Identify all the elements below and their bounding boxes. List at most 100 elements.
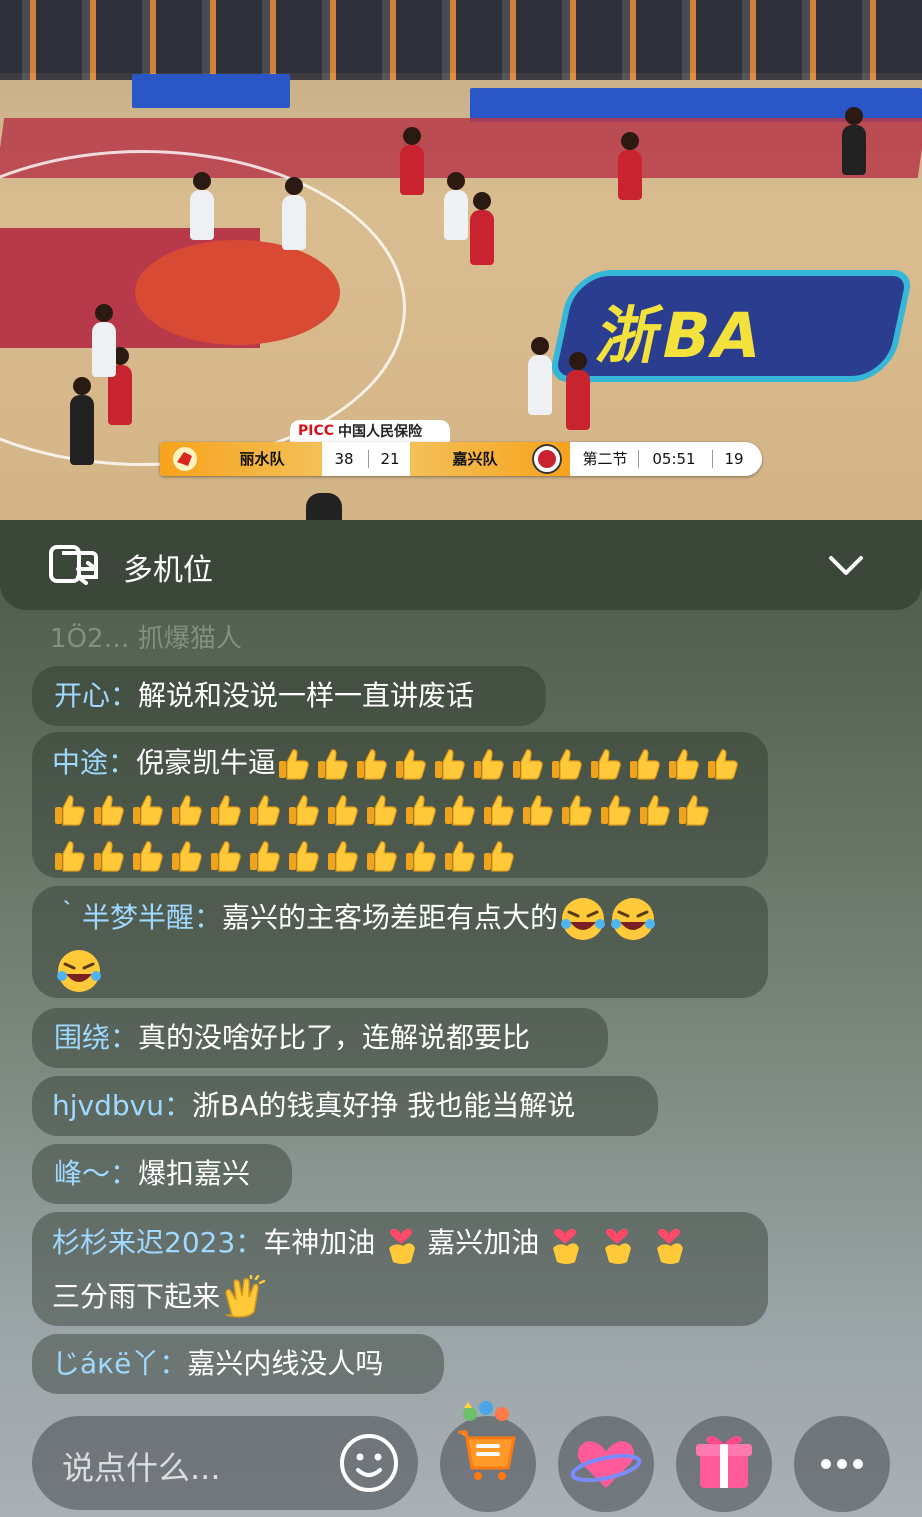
chat-separator: ： xyxy=(159,1347,188,1380)
gift-button[interactable] xyxy=(676,1416,772,1512)
thumbs-up-emoji-icon xyxy=(367,841,397,872)
ad-banner xyxy=(132,74,290,108)
chat-username[interactable]: hjvdbvu xyxy=(52,1089,164,1122)
chat-username[interactable]: 杉杉来迟2023 xyxy=(52,1226,235,1259)
chat-separator: ： xyxy=(110,1021,139,1054)
finger-heart-emoji-icon xyxy=(389,1228,416,1264)
chat-text: 嘉兴内线没人吗 xyxy=(187,1347,384,1380)
thumbs-up-emoji-icon xyxy=(484,795,514,826)
shopping-cart-icon[interactable] xyxy=(440,1398,536,1494)
chat-username[interactable]: 中途 xyxy=(52,746,108,779)
multicam-label[interactable]: 多机位 xyxy=(123,545,213,589)
thumbs-up-emoji-icon xyxy=(708,749,738,780)
player-white xyxy=(528,337,552,415)
scoreboard-sponsor: PICC 中国人民保险 xyxy=(290,420,450,442)
thumbs-up-emoji-icon xyxy=(669,749,699,780)
thumbs-up-emoji-icon xyxy=(211,795,241,826)
thumbs-up-emoji-icon xyxy=(211,841,241,872)
player-red xyxy=(566,352,590,430)
chat-separator: ： xyxy=(110,1157,139,1190)
thumbs-up-emoji-icon xyxy=(396,749,426,780)
thumbs-up-emoji-icon xyxy=(523,795,553,826)
away-team-name: 嘉兴队 xyxy=(452,450,498,468)
emoji-icon[interactable] xyxy=(338,1432,400,1494)
thumbs-up-emoji-icon xyxy=(133,841,163,872)
clapping-hands-emoji-icon xyxy=(225,1275,266,1318)
thumbs-up-emoji-icon xyxy=(630,749,660,780)
home-team-name: 丽水队 xyxy=(239,450,285,468)
chat-message[interactable]: 峰～：爆扣嘉兴 xyxy=(32,1144,292,1204)
chat-message[interactable]: 杉杉来迟2023：车神加油 嘉兴加油三分雨下起来 xyxy=(32,1212,768,1326)
thumbs-up-emoji-icon xyxy=(484,841,514,872)
more-button[interactable] xyxy=(794,1416,890,1512)
chat-message[interactable]: 开心：解说和没说一样一直讲废话 xyxy=(32,666,546,726)
thumbs-up-emoji-icon xyxy=(250,841,280,872)
thumbs-up-emoji-icon xyxy=(172,795,202,826)
player-red xyxy=(400,127,424,195)
away-score: 21 xyxy=(380,450,400,468)
finger-heart-emoji-icon xyxy=(657,1228,684,1264)
thumbs-up-emoji-icon xyxy=(513,749,543,780)
thumbs-up-emoji-icon xyxy=(445,841,475,872)
like-button[interactable] xyxy=(558,1416,654,1512)
thumbs-up-emoji-icon xyxy=(562,795,592,826)
chat-username[interactable]: 开心 xyxy=(54,679,110,712)
chat-username[interactable]: 围绕 xyxy=(54,1021,110,1054)
chat-input-placeholder[interactable]: 说点什么... xyxy=(62,1443,221,1489)
chat-separator: ： xyxy=(194,901,223,934)
player-white xyxy=(190,172,214,240)
game-clock: 05:51 xyxy=(652,450,696,468)
thumbs-up-emoji-icon xyxy=(318,749,348,780)
court-circle-logo xyxy=(135,240,340,345)
chat-text: 倪豪凯牛逼 xyxy=(136,746,277,779)
thumbs-up-emoji-icon xyxy=(289,841,319,872)
chat-text: 三分雨下起来 xyxy=(52,1280,221,1313)
thumbs-up-emoji-icon xyxy=(55,841,85,872)
player-red xyxy=(618,132,642,200)
chat-separator: ： xyxy=(235,1226,264,1259)
chat-username[interactable]: じáкё丫 xyxy=(52,1347,159,1380)
chat-separator: ： xyxy=(108,746,137,779)
chat-username[interactable]: ｀半梦半醒 xyxy=(54,901,194,934)
thumbs-up-emoji-icon xyxy=(55,795,85,826)
chat-username[interactable]: 峰～ xyxy=(54,1157,110,1190)
game-period: 第二节 xyxy=(582,450,628,468)
chat-message[interactable]: 中途：倪豪凯牛逼 xyxy=(32,732,768,878)
player-white xyxy=(444,172,468,240)
gift-icon[interactable] xyxy=(676,1416,772,1512)
thumbs-up-emoji-icon xyxy=(406,841,436,872)
chat-text: 嘉兴加油 xyxy=(427,1226,540,1259)
live-video[interactable]: 浙BA PICC 中国人民保险 丽水队 38 21 嘉兴队 第二节 05:51 … xyxy=(0,0,922,520)
chat-message[interactable]: じáкё丫：嘉兴内线没人吗 xyxy=(32,1334,444,1394)
chevron-down-icon[interactable] xyxy=(826,548,866,582)
laughing-crying-emoji-icon xyxy=(611,898,656,940)
finger-heart-emoji-icon xyxy=(605,1228,632,1264)
thumbs-up-emoji-icon xyxy=(474,749,504,780)
player-white xyxy=(282,177,306,250)
chat-text: 浙BA的钱真好挣 我也能当解说 xyxy=(191,1089,576,1122)
chat-text: 真的没啥好比了，连解说都要比 xyxy=(138,1021,531,1054)
thumbs-up-emoji-icon xyxy=(406,795,436,826)
thumbs-up-emoji-icon xyxy=(289,795,319,826)
clock-divider xyxy=(638,450,639,468)
heart-icon[interactable] xyxy=(558,1416,654,1512)
sponsor-name: 中国人民保险 xyxy=(338,424,423,440)
chat-message[interactable]: hjvdbvu：浙BA的钱真好挣 我也能当解说 xyxy=(32,1076,658,1136)
chat-message[interactable]: ｀半梦半醒：嘉兴的主客场差距有点大的 xyxy=(32,886,768,998)
camera-operator xyxy=(306,493,342,520)
laughing-crying-emoji-icon xyxy=(57,950,101,992)
thumbs-up-emoji-icon xyxy=(94,795,124,826)
chat-separator: ： xyxy=(110,679,139,712)
chat-text: 解说和没说一样一直讲废话 xyxy=(138,679,475,712)
player-red xyxy=(470,192,494,265)
more-icon[interactable] xyxy=(794,1416,890,1512)
thumbs-up-emoji-icon xyxy=(250,795,280,826)
thumbs-up-emoji-icon xyxy=(279,749,309,780)
chat-text: 车神加油 xyxy=(263,1226,376,1259)
multicam-switch-icon[interactable] xyxy=(48,543,100,587)
thumbs-up-emoji-icon xyxy=(172,841,202,872)
chat-message[interactable]: 围绕：真的没啥好比了，连解说都要比 xyxy=(32,1008,608,1068)
thumbs-up-emoji-icon xyxy=(445,795,475,826)
shopping-cart-button[interactable] xyxy=(440,1401,536,1512)
thumbs-up-emoji-icon xyxy=(328,841,358,872)
